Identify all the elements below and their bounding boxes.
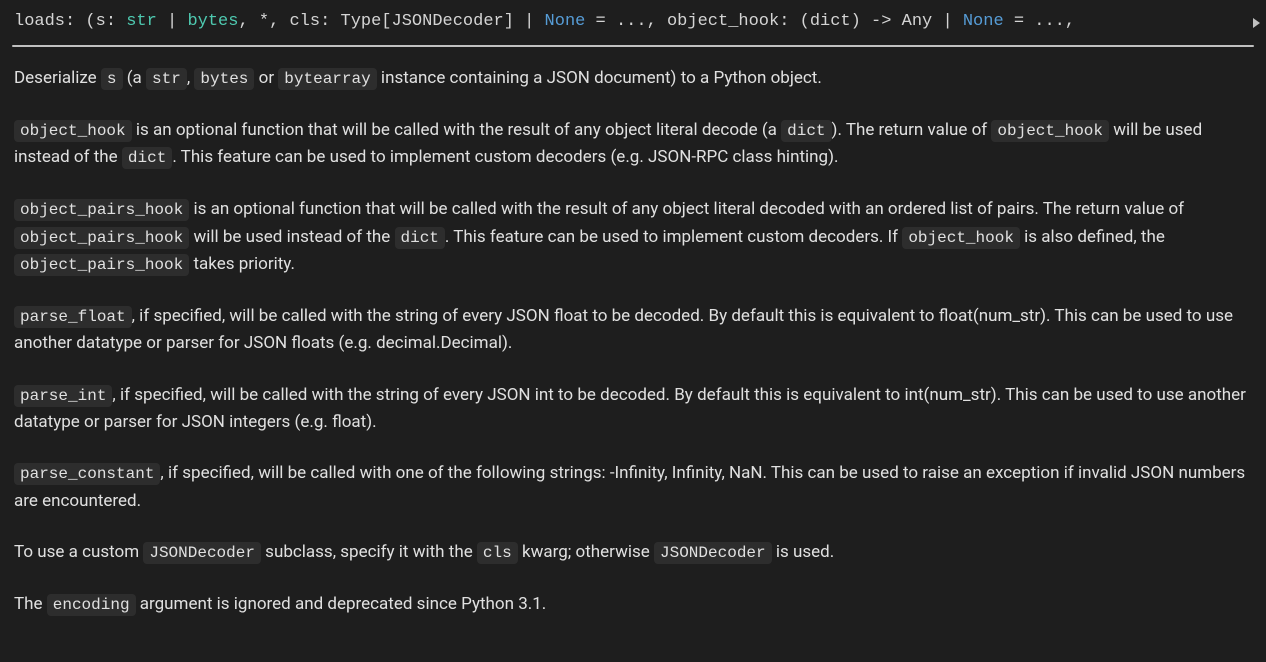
code-object-hook: object_hook xyxy=(902,227,1020,249)
text: Deserialize xyxy=(14,68,101,88)
code-object-pairs-hook: object_pairs_hook xyxy=(14,254,189,276)
code-s: s xyxy=(101,68,123,90)
text: takes priority. xyxy=(189,254,295,274)
code-str: str xyxy=(146,68,187,90)
doc-paragraph-parse-int: parse_int, if specified, will be called … xyxy=(14,382,1252,437)
doc-paragraph-custom-decoder: To use a custom JSONDecoder subclass, sp… xyxy=(14,539,1252,567)
doc-paragraph-parse-float: parse_float, if specified, will be calle… xyxy=(14,303,1252,358)
text: is used. xyxy=(772,542,835,562)
code-dict: dict xyxy=(781,120,831,142)
text: or xyxy=(254,68,278,88)
text: The xyxy=(14,594,47,614)
text: (a xyxy=(123,68,147,88)
sig-oh-out: Any xyxy=(902,12,933,31)
documentation-body: Deserialize s (a str, bytes or bytearray… xyxy=(0,65,1266,618)
sig-ellipsis-1: ... xyxy=(616,12,647,31)
sig-type-str: str xyxy=(126,12,157,31)
text: is also defined, the xyxy=(1020,227,1165,247)
sig-param-s: s xyxy=(96,12,106,31)
sig-star: * xyxy=(259,12,269,31)
text: subclass, specify it with the xyxy=(261,542,477,562)
sig-cls-type: Type[JSONDecoder] xyxy=(341,12,514,31)
doc-paragraph-object-hook: object_hook is an optional function that… xyxy=(14,117,1252,172)
code-bytearray: bytearray xyxy=(278,68,376,90)
text: To use a custom xyxy=(14,542,143,562)
sig-func-name: loads xyxy=(14,12,65,31)
separator-line xyxy=(12,45,1254,47)
doc-paragraph-deserialize: Deserialize s (a str, bytes or bytearray… xyxy=(14,65,1252,93)
sig-oh-in: dict xyxy=(810,12,851,31)
text: kwarg; otherwise xyxy=(518,542,654,562)
sig-ellipsis-2: ... xyxy=(1034,12,1065,31)
sig-param-cls: cls xyxy=(289,12,320,31)
code-bytes: bytes xyxy=(194,68,254,90)
text: will be used instead of the xyxy=(189,227,394,247)
text: . This feature can be used to implement … xyxy=(445,227,902,247)
code-object-hook: object_hook xyxy=(991,120,1109,142)
sig-type-bytes: bytes xyxy=(187,12,238,31)
function-signature: loads: (s: str | bytes, *, cls: Type[JSO… xyxy=(0,0,1266,45)
text: is an optional function that will be cal… xyxy=(132,120,782,140)
sig-none-2: None xyxy=(963,12,1004,31)
text: is an optional function that will be cal… xyxy=(189,199,1184,219)
text: ). The return value of xyxy=(832,120,992,140)
doc-paragraph-encoding: The encoding argument is ignored and dep… xyxy=(14,591,1252,619)
code-parse-int: parse_int xyxy=(14,385,112,407)
code-dict: dict xyxy=(395,227,445,249)
code-parse-float: parse_float xyxy=(14,306,132,328)
doc-paragraph-parse-constant: parse_constant, if specified, will be ca… xyxy=(14,460,1252,515)
sig-none-1: None xyxy=(545,12,586,31)
text: , if specified, will be called with one … xyxy=(14,463,1245,511)
text: . This feature can be used to implement … xyxy=(172,147,838,167)
code-encoding: encoding xyxy=(47,594,136,616)
code-object-hook: object_hook xyxy=(14,120,132,142)
text: , if specified, will be called with the … xyxy=(14,306,1233,354)
code-cls: cls xyxy=(477,542,518,564)
code-dict: dict xyxy=(122,147,172,169)
code-parse-constant: parse_constant xyxy=(14,463,160,485)
text: argument is ignored and deprecated since… xyxy=(136,594,547,614)
code-object-pairs-hook: object_pairs_hook xyxy=(14,199,189,221)
code-jsondecoder: JSONDecoder xyxy=(654,542,772,564)
text: instance containing a JSON document) to … xyxy=(377,68,822,88)
doc-paragraph-object-pairs-hook: object_pairs_hook is an optional functio… xyxy=(14,196,1252,279)
code-object-pairs-hook: object_pairs_hook xyxy=(14,227,189,249)
sig-param-oh: object_hook xyxy=(667,12,779,31)
text: , if specified, will be called with the … xyxy=(14,385,1246,433)
code-jsondecoder: JSONDecoder xyxy=(143,542,261,564)
